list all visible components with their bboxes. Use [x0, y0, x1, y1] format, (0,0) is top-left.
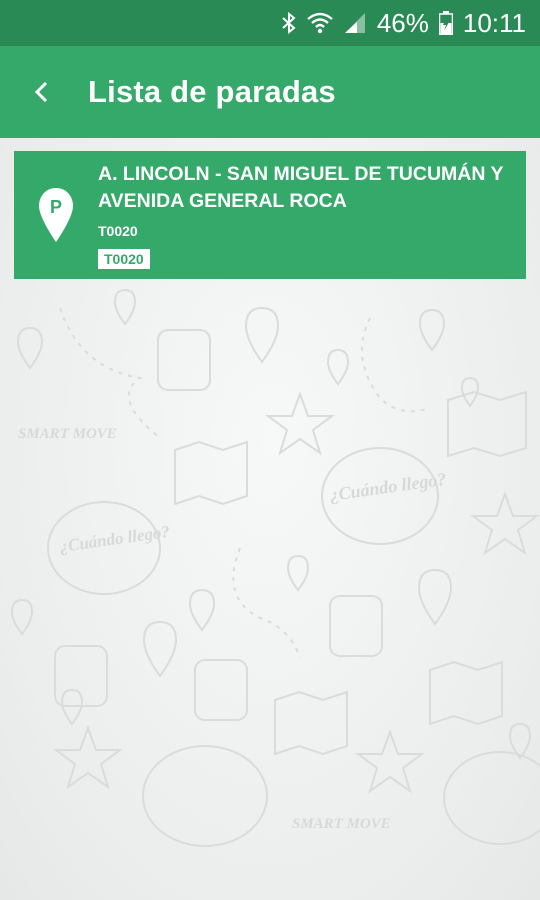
wifi-icon [307, 12, 333, 34]
pattern-text: ¿Cuándo llego? [328, 469, 447, 505]
stop-info: A. LINCOLN - SAN MIGUEL DE TUCUMÁN Y AVE… [98, 151, 526, 279]
battery-percent: 46% [376, 7, 429, 38]
chevron-left-icon [34, 81, 48, 103]
stop-pin: P [14, 151, 98, 279]
stop-code-badge: T0020 [98, 249, 150, 269]
status-bar: 46% 10:11 [0, 0, 540, 46]
back-button[interactable] [12, 62, 72, 122]
stop-name: A. LINCOLN - SAN MIGUEL DE TUCUMÁN Y AVE… [98, 163, 504, 212]
svg-text:P: P [50, 197, 62, 217]
app-bar: Lista de paradas [0, 46, 540, 138]
bluetooth-icon [281, 11, 297, 35]
pattern-text: SMART MOVE [18, 426, 117, 442]
clock: 10:11 [462, 7, 526, 38]
stop-code: T0020 [98, 223, 138, 239]
pattern-text: SMART MOVE [292, 816, 391, 832]
map-pin-parking-icon: P [39, 188, 73, 242]
page-title: Lista de paradas [88, 74, 336, 109]
stop-list-item[interactable]: P A. LINCOLN - SAN MIGUEL DE TUCUMÁN Y A… [14, 151, 526, 279]
battery-charging-icon [438, 11, 453, 35]
signal-icon [343, 12, 367, 34]
pattern-text: ¿Cuándo llego? [58, 522, 171, 556]
